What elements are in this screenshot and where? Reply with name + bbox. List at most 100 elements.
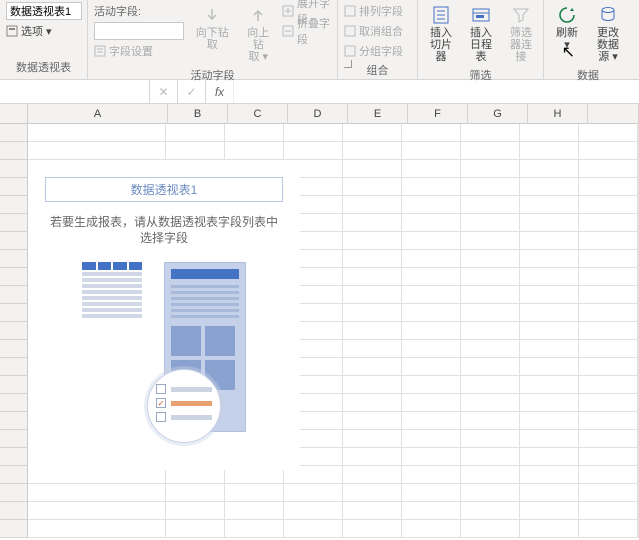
row-header[interactable] <box>0 466 28 484</box>
cell[interactable] <box>520 268 579 286</box>
column-headers[interactable]: ABCDEFGH <box>28 104 639 124</box>
cell[interactable] <box>225 502 284 520</box>
cell[interactable] <box>28 520 166 538</box>
cell[interactable] <box>461 358 520 376</box>
change-datasource-button[interactable]: 更改 数据源 ▾ <box>590 2 626 65</box>
cell[interactable] <box>461 142 520 160</box>
group-selection-button[interactable]: 排列字段 <box>344 2 403 20</box>
cell[interactable] <box>402 358 461 376</box>
cell[interactable] <box>520 142 579 160</box>
cell[interactable] <box>461 430 520 448</box>
drilldown-button[interactable]: 向下钻取 <box>190 2 235 53</box>
cell[interactable] <box>461 178 520 196</box>
cell[interactable] <box>520 430 579 448</box>
row-headers[interactable] <box>0 124 28 540</box>
cell[interactable] <box>579 376 638 394</box>
row-header[interactable] <box>0 520 28 538</box>
cell[interactable] <box>402 322 461 340</box>
cell[interactable] <box>461 448 520 466</box>
cell[interactable] <box>520 214 579 232</box>
cell[interactable] <box>461 214 520 232</box>
cell[interactable] <box>520 358 579 376</box>
cell[interactable] <box>461 394 520 412</box>
cell[interactable] <box>402 430 461 448</box>
cell[interactable] <box>402 250 461 268</box>
cell[interactable] <box>402 196 461 214</box>
cell[interactable] <box>343 430 402 448</box>
cell[interactable] <box>343 250 402 268</box>
cell[interactable] <box>343 214 402 232</box>
cell[interactable] <box>402 142 461 160</box>
row-header[interactable] <box>0 340 28 358</box>
cell[interactable] <box>579 340 638 358</box>
cell[interactable] <box>402 448 461 466</box>
cell[interactable] <box>343 466 402 484</box>
cell[interactable] <box>402 376 461 394</box>
cell[interactable] <box>579 142 638 160</box>
row-header[interactable] <box>0 196 28 214</box>
cell[interactable] <box>402 394 461 412</box>
cell[interactable] <box>579 124 638 142</box>
field-settings-button[interactable]: 字段设置 <box>94 42 184 60</box>
cell[interactable] <box>461 502 520 520</box>
cell[interactable] <box>343 196 402 214</box>
row-header[interactable] <box>0 322 28 340</box>
cell[interactable] <box>343 124 402 142</box>
cell[interactable] <box>461 268 520 286</box>
cell[interactable] <box>461 322 520 340</box>
cell[interactable] <box>461 466 520 484</box>
column-header[interactable]: B <box>168 104 228 124</box>
cell[interactable] <box>343 286 402 304</box>
cell[interactable] <box>284 520 343 538</box>
cell[interactable] <box>579 448 638 466</box>
cell[interactable] <box>579 232 638 250</box>
cell[interactable] <box>520 484 579 502</box>
cell[interactable] <box>284 142 343 160</box>
insert-timeline-button[interactable]: 插入 日程表 <box>464 2 498 65</box>
column-header[interactable]: H <box>528 104 588 124</box>
cell[interactable] <box>579 160 638 178</box>
cell[interactable] <box>461 340 520 358</box>
cell[interactable] <box>461 250 520 268</box>
cell[interactable] <box>520 466 579 484</box>
cell[interactable] <box>461 160 520 178</box>
cell[interactable] <box>343 160 402 178</box>
cell[interactable] <box>520 448 579 466</box>
cell[interactable] <box>579 394 638 412</box>
row-header[interactable] <box>0 232 28 250</box>
cell[interactable] <box>402 466 461 484</box>
column-header[interactable]: A <box>28 104 168 124</box>
cell[interactable] <box>225 520 284 538</box>
row-header[interactable] <box>0 142 28 160</box>
drillup-button[interactable]: 向上钻 取 ▾ <box>241 2 276 65</box>
cell[interactable] <box>166 484 225 502</box>
column-header[interactable]: D <box>288 104 348 124</box>
cell[interactable] <box>520 340 579 358</box>
cell[interactable] <box>461 376 520 394</box>
cell[interactable] <box>579 358 638 376</box>
cell[interactable] <box>461 124 520 142</box>
cell[interactable] <box>284 502 343 520</box>
column-header[interactable]: E <box>348 104 408 124</box>
row-header[interactable] <box>0 214 28 232</box>
row-header[interactable] <box>0 124 28 142</box>
cell[interactable] <box>343 376 402 394</box>
row-header[interactable] <box>0 250 28 268</box>
cell[interactable] <box>343 232 402 250</box>
refresh-button[interactable]: 刷新 ▾ <box>550 2 584 53</box>
cell[interactable] <box>461 232 520 250</box>
cell[interactable] <box>579 178 638 196</box>
cell[interactable] <box>28 124 166 142</box>
cell[interactable] <box>520 304 579 322</box>
cell[interactable] <box>284 484 343 502</box>
cell[interactable] <box>579 466 638 484</box>
cell[interactable] <box>520 412 579 430</box>
cell[interactable] <box>166 124 225 142</box>
cell[interactable] <box>343 502 402 520</box>
cell[interactable] <box>402 304 461 322</box>
cell[interactable] <box>343 448 402 466</box>
cell[interactable] <box>520 250 579 268</box>
cell[interactable] <box>343 484 402 502</box>
cell[interactable] <box>520 232 579 250</box>
cell[interactable] <box>166 502 225 520</box>
